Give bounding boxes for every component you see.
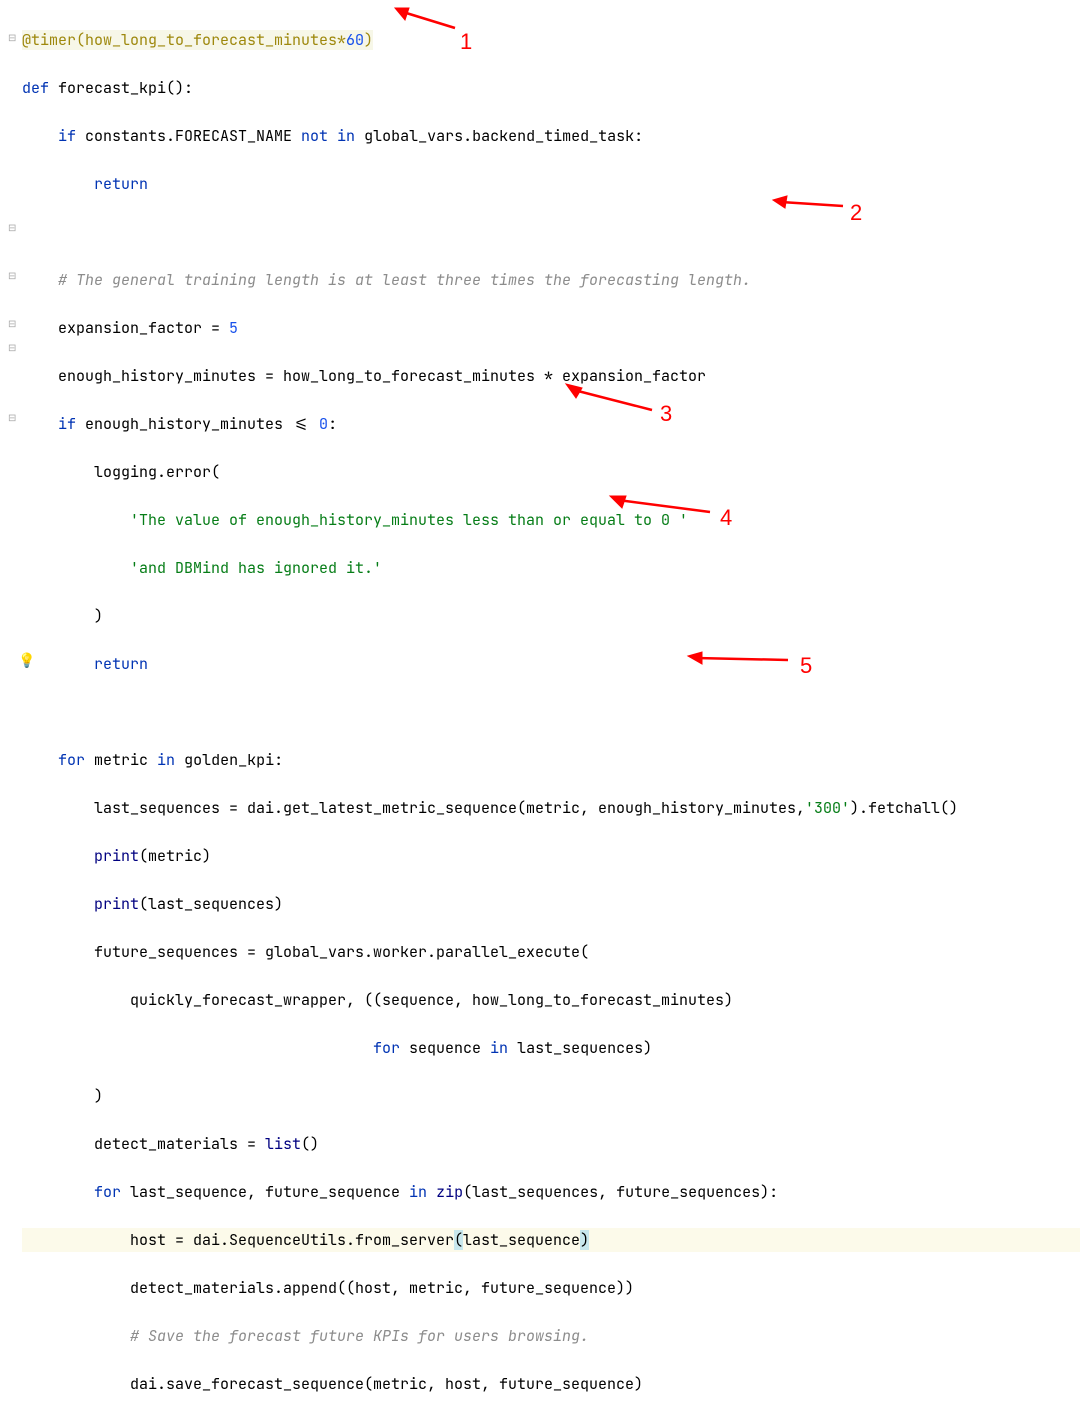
code-line: print(last_sequences): [22, 892, 1080, 916]
code-line: def forecast_kpi():: [22, 76, 1080, 100]
fold-handle-icon[interactable]: ⊟: [8, 410, 18, 420]
code-line-highlighted: host = dai.SequenceUtils.from_server(las…: [22, 1228, 1080, 1252]
fold-handle-icon[interactable]: ⊟: [8, 268, 18, 278]
code-line: ): [22, 1084, 1080, 1108]
code-line: print(metric): [22, 844, 1080, 868]
fold-handle-icon[interactable]: ⊟: [8, 316, 18, 326]
code-line: quickly_forecast_wrapper, ((sequence, ho…: [22, 988, 1080, 1012]
code-line: dai.save_forecast_sequence(metric, host,…: [22, 1372, 1080, 1396]
code-line: for sequence in last_sequences): [22, 1036, 1080, 1060]
code-line: ): [22, 604, 1080, 628]
code-line: for last_sequence, future_sequence in zi…: [22, 1180, 1080, 1204]
lightbulb-icon[interactable]: 💡: [18, 650, 35, 672]
fold-handle-icon[interactable]: ⊟: [8, 340, 18, 350]
code-line: [22, 220, 1080, 244]
code-line: last_sequences = dai.get_latest_metric_s…: [22, 796, 1080, 820]
code-line: detect_materials = list(): [22, 1132, 1080, 1156]
code-line: logging.error(: [22, 460, 1080, 484]
code-line: # Save the forecast future KPIs for user…: [22, 1324, 1080, 1348]
code-line: for metric in golden_kpi:: [22, 748, 1080, 772]
code-editor[interactable]: @timer(how_long_to_forecast_minutes*60) …: [10, 4, 1080, 1420]
code-line: detect_materials.append((host, metric, f…: [22, 1276, 1080, 1300]
gutter: ⊟ ⊟ ⊟ ⊟ ⊟ ⊟ 💡: [0, 0, 20, 776]
code-line: if enough_history_minutes <= 0:: [22, 412, 1080, 436]
code-line: @timer(how_long_to_forecast_minutes*60): [22, 28, 1080, 52]
code-line: enough_history_minutes = how_long_to_for…: [22, 364, 1080, 388]
code-line: return: [22, 652, 1080, 676]
code-line: # The general training length is at leas…: [22, 268, 1080, 292]
fold-handle-icon[interactable]: ⊟: [8, 220, 18, 230]
code-line: future_sequences = global_vars.worker.pa…: [22, 940, 1080, 964]
code-line: 'The value of enough_history_minutes les…: [22, 508, 1080, 532]
code-line: 'and DBMind has ignored it.': [22, 556, 1080, 580]
code-line: if constants.FORECAST_NAME not in global…: [22, 124, 1080, 148]
fold-handle-icon[interactable]: ⊟: [8, 30, 18, 40]
code-line: return: [22, 172, 1080, 196]
code-line: [22, 700, 1080, 724]
code-line: expansion_factor = 5: [22, 316, 1080, 340]
